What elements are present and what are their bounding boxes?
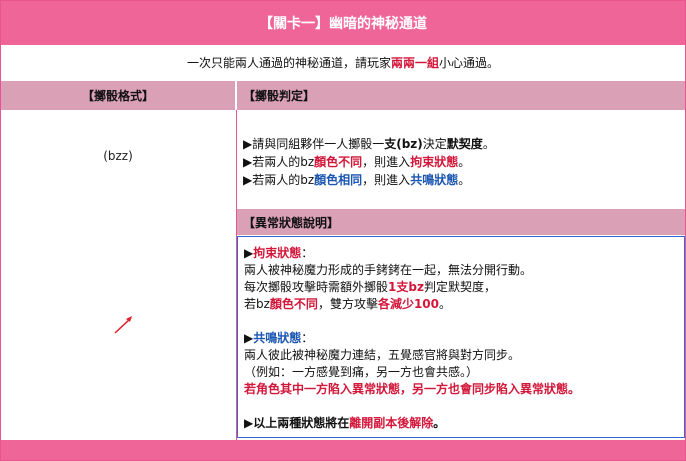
status-line: 兩人彼此被神秘魔力連結，五覺感官將與對方同步。: [244, 347, 680, 364]
text-segment: ▶: [244, 331, 254, 345]
text-segment: 離開副本後解除: [349, 416, 434, 430]
status-line: ▶共鳴狀態：: [244, 330, 680, 347]
text-segment: 拘束狀態: [253, 246, 302, 260]
text-segment: ▶若兩人的bz: [243, 155, 315, 169]
status-line: （例如：一方感覺到痛，另一方也會共感。）: [244, 364, 680, 381]
page-title: 【關卡一】幽暗的神秘通道: [1, 1, 685, 45]
subtitle-text: 一次只能兩人通過的神秘通道，請玩家: [186, 55, 391, 70]
text-segment: 兩人彼此被神秘魔力連結，五覺感官將與對方同步。: [244, 348, 521, 362]
text-segment: ▶以上兩種狀態將在: [244, 416, 350, 430]
text-segment: ▶: [244, 246, 254, 260]
status-line: ▶以上兩種狀態將在離開副本後解除。: [244, 415, 680, 432]
text-segment: 默契度: [446, 137, 483, 151]
status-line: ▶拘束狀態：: [244, 245, 680, 262]
dice-rules: ▶請與同組夥伴一人擲骰一支(bz)決定默契度。 ▶若兩人的bz顏色不同，則進入拘束…: [243, 135, 683, 189]
text-segment: 每次擲骰攻擊時需額外擲骰: [244, 280, 389, 294]
status-line: 若bz顏色不同，雙方攻擊各減少100。: [244, 296, 680, 313]
dice-format-header: 【擲骰格式】: [1, 81, 237, 110]
text-segment: 拘束狀態: [410, 155, 459, 169]
text-segment: （例如：一方感覺到痛，另一方也會共感。）: [244, 365, 479, 379]
text-segment: 兩人被神秘魔力形成的手銬銬在一起，無法分開行動。: [244, 263, 533, 277]
cursor-arrow-icon: [113, 315, 135, 338]
text-segment: 顏色相同: [314, 173, 363, 187]
text-segment: 決定: [422, 137, 447, 151]
text-segment: 顏色不同: [269, 297, 318, 311]
text-segment: ▶若兩人的bz: [243, 173, 315, 187]
text-segment: 若bz: [244, 297, 270, 311]
text-segment: 若角色其中一方陷入異常狀態，另一方也會同步陷入異常狀態。: [244, 382, 581, 396]
text-segment: 1支bz: [388, 280, 424, 294]
text-segment: 。: [482, 137, 495, 151]
text-segment: 。: [433, 416, 446, 430]
text-segment: 。: [458, 155, 471, 169]
text-segment: ：: [301, 246, 314, 260]
rule-line: ▶若兩人的bz顏色不同，則進入拘束狀態。: [243, 153, 683, 171]
dice-format-text: (bzz): [103, 149, 133, 163]
abnormal-status-box: ▶拘束狀態： 兩人被神秘魔力形成的手銬銬在一起，無法分開行動。 每次擲骰攻擊時需額外…: [237, 236, 685, 438]
subtitle-text-end: 小心通過。: [439, 55, 500, 70]
text-segment: 共鳴狀態: [410, 173, 459, 187]
status-line: 兩人被神秘魔力形成的手銬銬在一起，無法分開行動。: [244, 262, 680, 279]
abnormal-status-header: 【異常狀態說明】: [237, 209, 685, 235]
stage-panel: 【關卡一】幽暗的神秘通道 一次只能兩人通過的神秘通道，請玩家 兩兩一組 小心通過…: [0, 0, 686, 461]
text-segment: ，則進入: [362, 173, 411, 187]
text-segment: 顏色不同: [314, 155, 363, 169]
text-segment: ▶請與同組夥伴一人擲骰一: [243, 137, 385, 151]
status-line: 若角色其中一方陷入異常狀態，另一方也會同步陷入異常狀態。: [244, 381, 680, 398]
text-segment: 。: [458, 173, 471, 187]
subtitle-highlight: 兩兩一組: [390, 55, 439, 70]
text-segment: ，則進入: [362, 155, 411, 169]
text-segment: ：: [301, 331, 314, 345]
footer-bar: [1, 440, 685, 460]
text-segment: 共鳴狀態: [253, 331, 302, 345]
text-segment: ，雙方攻擊: [317, 297, 378, 311]
text-segment: 支(bz): [384, 137, 423, 151]
text-segment: 。: [439, 297, 452, 311]
text-segment: 判定默契度，: [423, 280, 496, 294]
rule-line: ▶請與同組夥伴一人擲骰一支(bz)決定默契度。: [243, 135, 683, 153]
stage-description: 一次只能兩人通過的神秘通道，請玩家 兩兩一組 小心通過。: [1, 47, 685, 77]
rule-line: ▶若兩人的bz顏色相同，則進入共鳴狀態。: [243, 171, 683, 189]
dice-judgement-header: 【擲骰判定】: [237, 81, 685, 110]
status-line: 每次擲骰攻擊時需額外擲骰1支bz判定默契度，: [244, 279, 680, 296]
text-segment: 各減少100: [377, 297, 440, 311]
